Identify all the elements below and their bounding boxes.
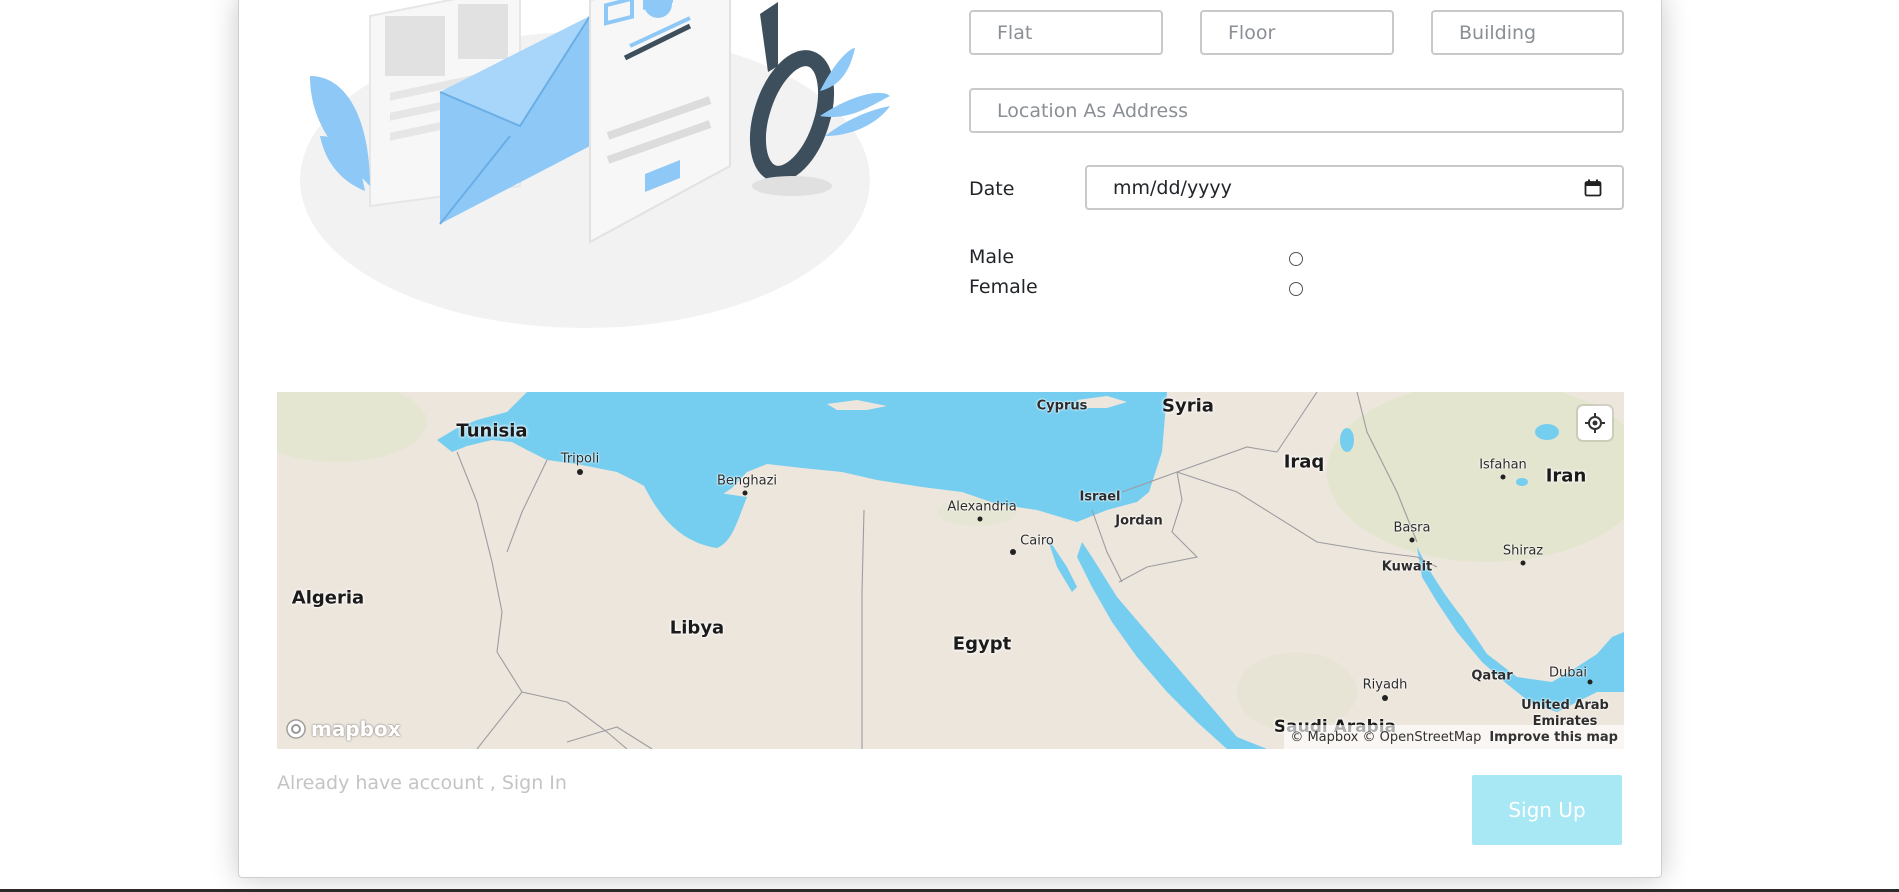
location-map[interactable]: Tunisia Syria Cyprus Iraq Iran Algeria L…: [277, 392, 1624, 749]
flat-input[interactable]: Flat: [969, 10, 1163, 55]
geolocate-button[interactable]: [1578, 406, 1612, 440]
map-marker-tripoli: [577, 469, 583, 475]
improve-map-link[interactable]: Improve this map: [1489, 730, 1618, 745]
map-marker-riyadh: [1382, 695, 1388, 701]
map-marker-cairo: [1010, 549, 1016, 555]
mapbox-logo[interactable]: mapbox: [285, 717, 401, 741]
map-marker-shiraz: [1520, 560, 1526, 566]
sign-in-link[interactable]: Already have account , Sign In: [277, 772, 567, 794]
gender-option-female-radio[interactable]: [1289, 282, 1303, 296]
mapbox-logo-icon: [286, 719, 306, 739]
gender-option-male-label: Male: [969, 246, 1015, 268]
map-city-markers: [577, 469, 1593, 701]
mail-illustration: [300, 0, 890, 328]
building-input[interactable]: Building: [1431, 10, 1624, 55]
map-marker-isfahan: [1500, 474, 1506, 480]
floor-placeholder: Floor: [1228, 21, 1276, 44]
mapbox-logo-text: mapbox: [311, 717, 401, 741]
map-attribution: © Mapbox © OpenStreetMap Improve this ma…: [1284, 725, 1624, 749]
map-marker-basra: [1409, 537, 1415, 543]
location-input[interactable]: Location As Address: [969, 88, 1624, 133]
date-placeholder: mm/dd/yyyy: [1113, 176, 1232, 199]
attribution-mapbox-link[interactable]: © Mapbox: [1290, 730, 1358, 745]
flat-placeholder: Flat: [997, 21, 1033, 44]
calendar-icon[interactable]: [1584, 179, 1602, 197]
floor-input[interactable]: Floor: [1200, 10, 1394, 55]
sign-up-button[interactable]: Sign Up: [1472, 775, 1622, 845]
building-placeholder: Building: [1459, 21, 1537, 44]
map-marker-alexandria: [977, 516, 983, 522]
crosshair-icon: [1585, 413, 1605, 433]
date-input[interactable]: mm/dd/yyyy: [1085, 165, 1624, 210]
location-placeholder: Location As Address: [997, 99, 1189, 122]
date-label: Date: [969, 178, 1015, 200]
attribution-osm-link[interactable]: © OpenStreetMap: [1363, 730, 1482, 745]
map-marker-benghazi: [742, 490, 748, 496]
map-marker-dubai: [1587, 679, 1593, 685]
gender-option-male-radio[interactable]: [1289, 252, 1303, 266]
gender-option-female-label: Female: [969, 276, 1038, 298]
